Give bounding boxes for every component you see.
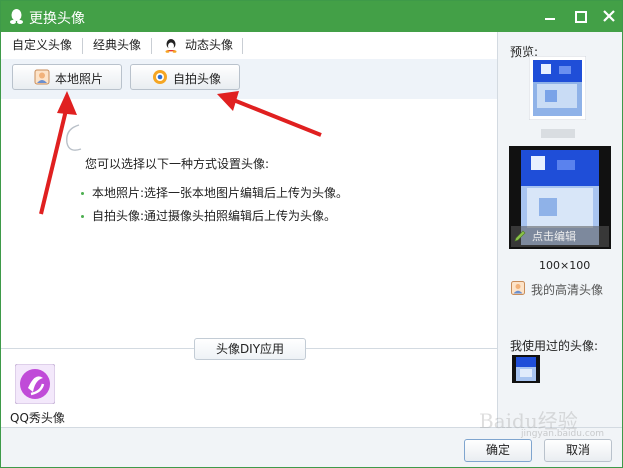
hd-avatar-link[interactable]: 我的高清头像 — [531, 281, 603, 298]
maximize-icon — [575, 11, 587, 23]
instructions-intro: 您可以选择以下一种方式设置头像: — [85, 157, 270, 171]
tab-custom-avatar[interactable]: 自定义头像 — [1, 32, 82, 59]
change-avatar-window: 更换头像 自定义头像 经典头像 动态头像 本地照片 自拍头像 您可以选择以下一种… — [0, 0, 623, 468]
maximize-button[interactable] — [569, 6, 591, 26]
minimize-icon — [545, 18, 555, 20]
ok-button[interactable]: 确定 — [464, 439, 532, 462]
qq-show-app-icon[interactable] — [15, 364, 55, 404]
instruction-item: 本地照片:选择一张本地图片编辑后上传为头像。 — [81, 184, 348, 201]
qq-penguin-icon — [10, 9, 23, 24]
local-photo-button[interactable]: 本地照片 — [12, 64, 122, 90]
instruction-item: 自拍头像:通过摄像头拍照编辑后上传为头像。 — [81, 207, 336, 224]
tab-animated-avatar[interactable]: 动态头像 — [152, 32, 242, 59]
bullet — [81, 192, 84, 195]
selfie-button[interactable]: 自拍头像 — [130, 64, 240, 90]
close-icon — [603, 10, 615, 22]
bullet — [81, 215, 84, 218]
watermark-url: jingyan.baidu.com — [521, 429, 605, 439]
qq-penguin-icon — [165, 39, 177, 53]
small-avatar-preview — [529, 56, 586, 120]
title-bar: 更换头像 — [1, 1, 622, 32]
decorative-swirl-icon — [66, 124, 82, 151]
qq-show-app-label[interactable]: QQ秀头像 — [10, 409, 65, 426]
tab-divider — [242, 38, 243, 54]
avatar-size-label: 100×100 — [539, 259, 591, 272]
tab-classic-avatar[interactable]: 经典头像 — [83, 32, 151, 59]
webcam-icon — [153, 70, 167, 84]
close-button[interactable] — [598, 6, 620, 26]
used-avatar-thumbnail[interactable] — [512, 355, 540, 383]
avatar-diy-apps-header: 头像DIY应用 — [194, 338, 306, 360]
blurred-nickname — [541, 129, 575, 138]
user-photo-icon — [511, 281, 525, 295]
cancel-button[interactable]: 取消 — [544, 439, 612, 462]
tab-bar: 自定义头像 经典头像 动态头像 — [1, 32, 497, 60]
minimize-button[interactable] — [539, 6, 561, 26]
click-to-edit-overlay[interactable]: 点击编辑 — [511, 226, 609, 247]
pencil-icon — [514, 230, 526, 242]
window-title: 更换头像 — [29, 11, 85, 27]
used-avatars-label: 我使用过的头像: — [510, 339, 599, 353]
user-photo-icon — [34, 69, 50, 85]
